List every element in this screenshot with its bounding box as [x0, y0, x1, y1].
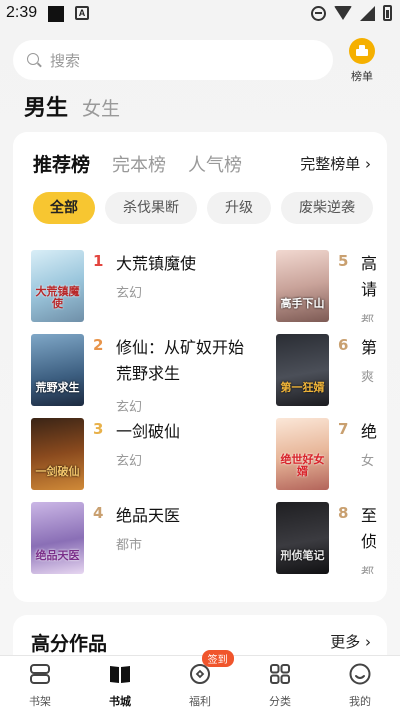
signal-icon: [360, 5, 375, 21]
rank-number: 6: [338, 336, 349, 354]
nav-label: 福利: [189, 695, 211, 708]
book-item[interactable]: 绝品天医 4 绝品天医 都市: [31, 502, 281, 574]
book-cover: 绝世好女婿: [276, 418, 329, 490]
nav-bookstore[interactable]: 书城: [80, 656, 160, 710]
more-link[interactable]: 更多 ›: [330, 631, 371, 652]
gender-tabs: 男生 女生: [24, 90, 120, 122]
gift-icon: [190, 664, 210, 684]
dnd-icon: [311, 5, 326, 21]
book-category: 女: [361, 454, 375, 469]
book-item[interactable]: 一剑破仙 3 一剑破仙 玄幻: [31, 418, 281, 490]
book-cover: 第一狂婿: [276, 334, 329, 406]
book-item[interactable]: 绝世好女婿 7 绝 女: [276, 418, 387, 490]
book-cover: 刑侦笔记: [276, 502, 329, 574]
status-time: 2:39: [6, 4, 38, 21]
smile-icon: [349, 663, 371, 685]
book-title: 绝品天医: [116, 506, 181, 525]
book-title: 修仙：从矿奴开始: [116, 338, 245, 357]
nav-label: 书城: [109, 695, 131, 708]
book-icon: [110, 666, 130, 683]
cover-title: 绝世好女婿: [280, 453, 325, 478]
chip-underdog[interactable]: 废柴逆袭: [281, 192, 373, 224]
book-category: 玄幻: [116, 400, 143, 415]
rank-number: 5: [338, 252, 349, 270]
tab-completed[interactable]: 完本榜: [112, 151, 166, 177]
nav-label: 我的: [349, 695, 371, 708]
book-category: 玄幻: [116, 454, 143, 469]
book-cover: 绝品天医: [31, 502, 84, 574]
cover-title: 刑侦笔记: [280, 549, 325, 562]
book-category: 玄幻: [116, 286, 143, 301]
book-cover: 大荒镇魔使: [31, 250, 84, 322]
book-title-line2: 侦: [361, 532, 378, 551]
book-title: 第: [361, 338, 378, 357]
search-input[interactable]: 搜索: [13, 40, 333, 80]
nav-profile[interactable]: 我的: [320, 656, 400, 710]
rank-number: 2: [93, 336, 104, 354]
app-notification-icon: A: [75, 6, 89, 20]
rank-number: 7: [338, 420, 349, 438]
book-item[interactable]: 第一狂婿 6 第 爽: [276, 334, 387, 406]
tab-female[interactable]: 女生: [82, 94, 120, 121]
bookshelf-icon: [30, 664, 50, 684]
rank-button-label: 榜单: [351, 70, 373, 83]
chip-ruthless[interactable]: 杀伐果断: [105, 192, 197, 224]
nav-welfare[interactable]: 签到 福利: [160, 650, 240, 710]
book-title-line2: 请: [361, 280, 378, 299]
wifi-icon: [334, 6, 352, 20]
book-title: 大荒镇魔使: [116, 254, 197, 273]
book-title: 至: [361, 506, 378, 525]
rank-number: 8: [338, 504, 349, 522]
filter-chips: 全部 杀伐果断 升级 废柴逆袭: [33, 192, 373, 224]
tab-recommend[interactable]: 推荐榜: [33, 150, 90, 177]
grid-icon: [270, 664, 290, 684]
book-item[interactable]: 高手下山 5 高 请 都: [276, 250, 387, 322]
cover-title: 荒野求生: [35, 381, 80, 394]
chip-all[interactable]: 全部: [33, 192, 95, 224]
status-icons: [311, 5, 392, 21]
book-title: 高: [361, 254, 378, 273]
tab-popular[interactable]: 人气榜: [188, 151, 242, 177]
cover-title: 绝品天医: [35, 549, 80, 562]
book-cover: 一剑破仙: [31, 418, 84, 490]
book-title-line2: 荒野求生: [116, 364, 181, 383]
book-item[interactable]: 大荒镇魔使 1 大荒镇魔使 玄幻: [31, 250, 281, 322]
book-cover: 高手下山: [276, 250, 329, 322]
nav-category[interactable]: 分类: [240, 656, 320, 710]
book-title: 一剑破仙: [116, 422, 181, 441]
book-title: 绝: [361, 422, 378, 441]
nav-bookshelf[interactable]: 书架: [0, 656, 80, 710]
battery-icon: [383, 5, 392, 21]
book-item[interactable]: 荒野求生 2 修仙：从矿奴开始 荒野求生 玄幻: [31, 334, 281, 415]
section-title: 高分作品: [31, 633, 108, 655]
notification-icon: [48, 6, 64, 22]
rank-number: 3: [93, 420, 104, 438]
nav-label: 书架: [29, 695, 51, 708]
status-bar: 2:39 A: [0, 0, 400, 28]
cover-title: 第一狂婿: [280, 381, 325, 394]
nav-label: 分类: [269, 695, 291, 708]
book-category: 爽: [361, 370, 375, 385]
book-category: 都: [361, 314, 375, 322]
book-item[interactable]: 刑侦笔记 8 至 侦 都: [276, 502, 387, 574]
book-cover: 荒野求生: [31, 334, 84, 406]
bottom-nav: 书架 书城 签到 福利 分类 我的: [0, 650, 400, 710]
full-ranking-link[interactable]: 完整榜单 ›: [300, 153, 371, 174]
cover-title: 一剑破仙: [35, 465, 80, 478]
rank-number: 1: [93, 252, 104, 270]
rank-tabs: 推荐榜 完本榜 人气榜: [33, 150, 242, 177]
chip-levelup[interactable]: 升级: [207, 192, 271, 224]
cover-title: 高手下山: [280, 297, 325, 310]
rank-number: 4: [93, 504, 104, 522]
cover-title: 大荒镇魔使: [35, 285, 80, 310]
ranking-card: 推荐榜 完本榜 人气榜 完整榜单 › 全部 杀伐果断 升级 废柴逆袭 大荒镇魔使…: [13, 132, 387, 602]
tab-male[interactable]: 男生: [24, 90, 68, 122]
search-placeholder: 搜索: [50, 51, 81, 70]
book-category: 都市: [116, 538, 143, 553]
book-category: 都: [361, 566, 375, 574]
search-icon: [27, 52, 42, 68]
podium-icon: [349, 38, 375, 64]
rank-button[interactable]: 榜单: [344, 38, 380, 84]
